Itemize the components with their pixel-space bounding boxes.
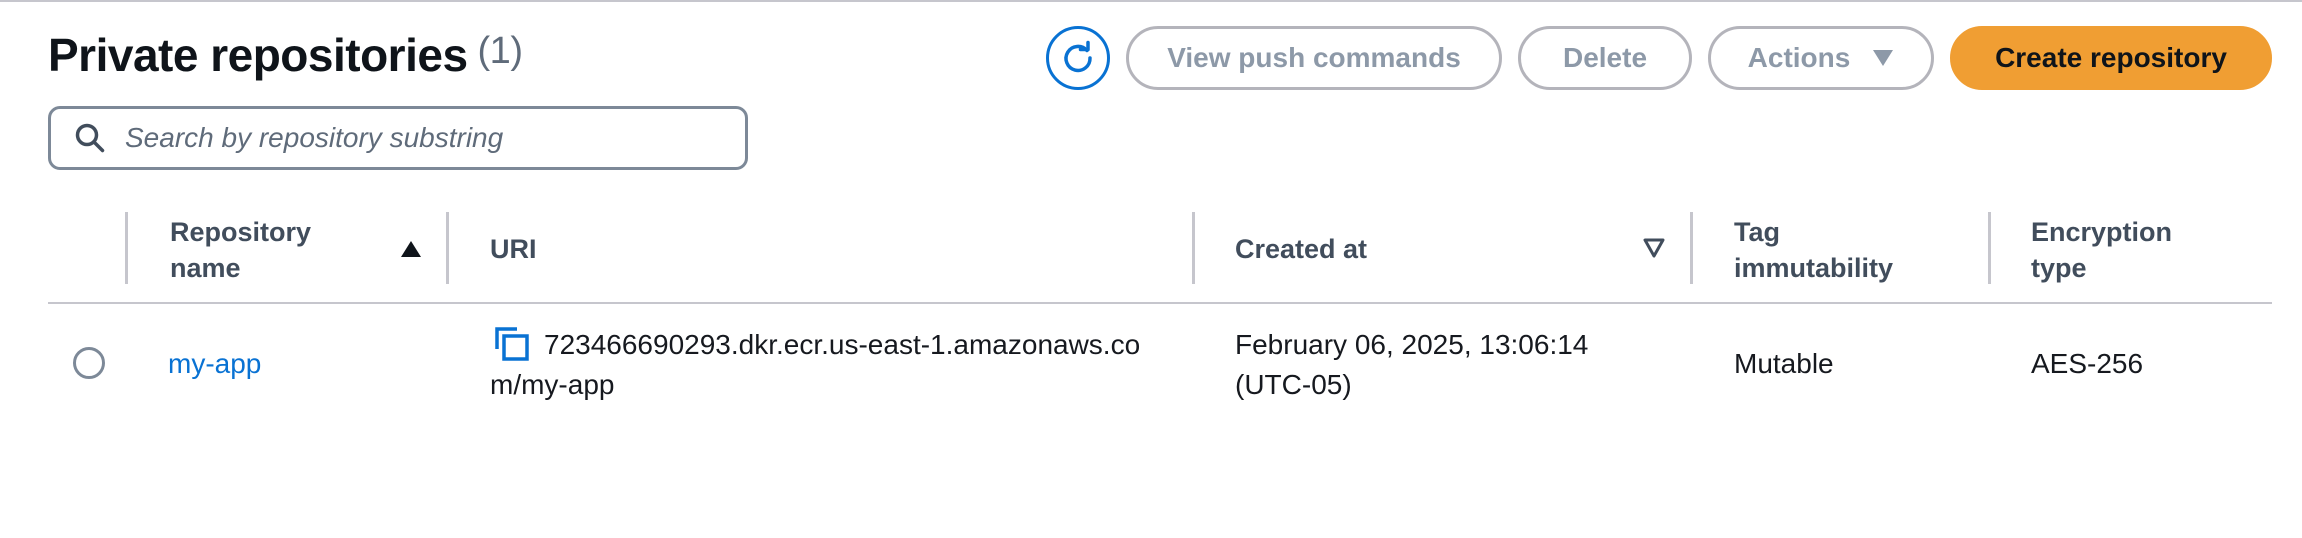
refresh-icon [1064, 40, 1092, 73]
column-header-uri: URI [490, 231, 537, 267]
repository-uri: 723466690293.dkr.ecr.us-east-1.amazonaws… [490, 329, 1141, 400]
ecr-private-repositories-page: Private repositories (1) View push comman… [0, 0, 2302, 538]
column-header-label: Created at [1235, 234, 1368, 264]
search-box[interactable] [48, 106, 748, 170]
column-divider [446, 212, 449, 284]
column-header-encryption-type: Encryption type [2031, 214, 2201, 286]
table-header-divider [48, 302, 2272, 304]
view-push-commands-label: View push commands [1167, 42, 1461, 73]
column-header-tag-immutability: Tag immutability [1734, 214, 1914, 286]
tag-immutability-value: Mutable [1734, 348, 1834, 379]
column-divider [1192, 212, 1195, 284]
column-header-label: Repository name [170, 217, 312, 283]
page-title-text: Private repositories [48, 29, 468, 81]
column-header-repository-name[interactable]: Repository name [170, 214, 330, 286]
create-repository-label: Create repository [1995, 42, 2227, 73]
column-header-label: Encryption type [2031, 217, 2173, 283]
page-title: Private repositories (1) [48, 28, 523, 82]
create-repository-button[interactable]: Create repository [1950, 26, 2272, 90]
delete-button[interactable]: Delete [1518, 26, 1692, 90]
caret-down-icon [1872, 49, 1894, 67]
column-divider [125, 212, 128, 284]
refresh-button[interactable] [1046, 26, 1110, 90]
search-icon [75, 123, 105, 153]
row-select-radio[interactable] [73, 347, 105, 379]
search-input[interactable] [125, 122, 725, 154]
column-header-label: URI [490, 234, 537, 264]
encryption-type-value: AES-256 [2031, 348, 2144, 379]
repository-name-link[interactable]: my-app [168, 344, 261, 384]
column-divider [1690, 212, 1693, 284]
repository-count: (1) [477, 30, 523, 72]
top-divider [0, 0, 2302, 2]
column-divider [1988, 212, 1991, 284]
column-header-created-at[interactable]: Created at [1235, 231, 1367, 267]
actions-dropdown-button[interactable]: Actions [1708, 26, 1934, 90]
created-at-value: February 06, 2025, 13:06:14 (UTC-05) [1235, 329, 1589, 400]
delete-label: Delete [1562, 42, 1648, 73]
sort-descending-icon[interactable] [1643, 238, 1665, 258]
actions-label: Actions [1747, 42, 1851, 73]
view-push-commands-button[interactable]: View push commands [1126, 26, 1502, 90]
sort-ascending-icon[interactable] [400, 240, 422, 258]
column-header-label: Tag immutability [1734, 217, 1894, 283]
